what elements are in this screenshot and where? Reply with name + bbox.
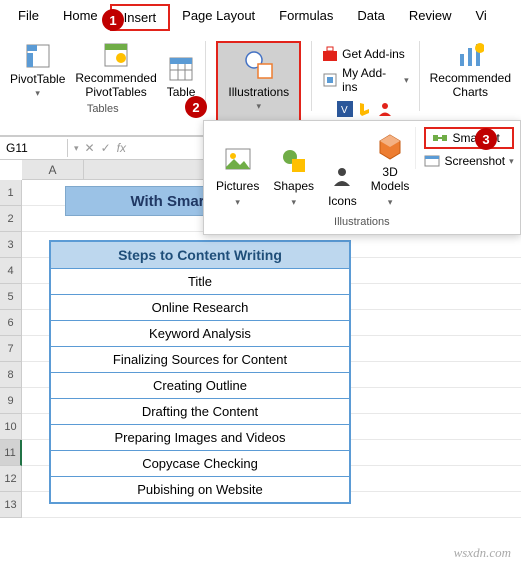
chevron-down-icon: ▾ [404,75,409,86]
row-header[interactable]: 9 [0,388,22,414]
3d-models-button[interactable]: 3D Models ▾ [371,133,410,208]
screenshot-icon [424,153,440,169]
illustrations-label: Illustrations [228,85,289,99]
table-header: Steps to Content Writing [51,242,349,269]
my-addins-label: My Add-ins [342,66,400,94]
chevron-down-icon: ▾ [509,156,514,167]
my-addins-button[interactable]: My Add-ins ▾ [322,66,409,94]
row-header[interactable]: 8 [0,362,22,388]
chevron-down-icon: ▾ [235,197,240,208]
enter-icon: ✓ [101,141,111,155]
pivottable-label: PivotTable [10,72,65,86]
pictures-label: Pictures [216,179,259,193]
recommended-charts-button[interactable]: Recommended Charts [430,41,511,99]
shapes-label: Shapes [273,179,314,193]
dropdown-group-label: Illustrations [210,216,514,228]
group-tables: PivotTable ▾ Recommended PivotTables Tab… [4,41,201,115]
cancel-icon: ✕ [85,141,95,155]
group-charts: Recommended Charts [424,41,517,99]
menu-pagelayout[interactable]: Page Layout [170,4,267,31]
smartart-button[interactable]: SmartArt [424,127,513,149]
get-addins-label: Get Add-ins [342,47,405,61]
content-table: Steps to Content Writing TitleOnline Res… [49,240,351,504]
table-row: Online Research [51,295,349,321]
pictures-button[interactable]: Pictures ▾ [216,147,259,208]
visio-icon[interactable]: V [337,101,353,117]
3d-models-icon [376,133,404,161]
watermark: wsxdn.com [454,545,511,561]
menubar: File Home Insert Page Layout Formulas Da… [0,0,521,35]
annotation-marker-2: 2 [185,96,207,118]
recommended-pivottables-icon [102,41,130,69]
chevron-down-icon: ▾ [35,88,40,99]
table-row: Finalizing Sources for Content [51,347,349,373]
group-illustrations: Illustrations ▾ [210,41,307,122]
group-tables-label: Tables [87,103,119,115]
menu-file[interactable]: File [6,4,51,31]
svg-text:V: V [341,105,348,116]
chevron-down-icon: ▾ [388,197,393,208]
pivottable-button[interactable]: PivotTable ▾ [10,42,65,99]
recommended-charts-label: Recommended Charts [430,71,511,99]
illustrations-button[interactable]: Illustrations ▾ [216,41,301,122]
table-row: Keyword Analysis [51,321,349,347]
chevron-down-icon: ▾ [291,197,296,208]
shapes-icon [280,147,308,175]
screenshot-label: Screenshot [444,154,505,168]
row-header[interactable]: 10 [0,414,22,440]
menu-view[interactable]: Vi [463,4,498,31]
charts-icon [456,41,484,69]
row-header[interactable]: 13 [0,492,22,518]
recommended-pivottables-button[interactable]: Recommended PivotTables [75,41,156,99]
separator [205,41,206,111]
table-row: Preparing Images and Videos [51,425,349,451]
menu-home[interactable]: Home [51,4,110,31]
pictures-icon [224,147,252,175]
chevron-down-icon[interactable]: ▾ [74,143,79,154]
table-row: Pubishing on Website [51,477,349,502]
icons-icon [328,162,356,190]
smartart-icon [432,130,448,146]
addins-icon [322,72,338,88]
people-icon[interactable] [377,101,393,117]
annotation-marker-1: 1 [102,9,124,31]
annotation-marker-3: 3 [475,128,497,150]
row-header[interactable]: 11 [0,440,22,466]
store-icon [322,46,338,62]
row-header[interactable]: 6 [0,310,22,336]
bing-icon[interactable] [357,101,373,117]
icons-button[interactable]: Icons [328,162,357,208]
table-row: Title [51,269,349,295]
table-row: Copycase Checking [51,451,349,477]
get-addins-button[interactable]: Get Add-ins [322,46,405,62]
table-row: Creating Outline [51,373,349,399]
menu-formulas[interactable]: Formulas [267,4,345,31]
pivottable-icon [24,42,52,70]
icons-label: Icons [328,194,357,208]
row-header[interactable]: 3 [0,232,22,258]
fx-icon[interactable]: fx [117,141,126,155]
table-row: Drafting the Content [51,399,349,425]
col-header[interactable]: A [22,160,84,180]
row-header[interactable]: 4 [0,258,22,284]
name-box[interactable]: G11 [0,139,68,157]
menu-data[interactable]: Data [345,4,396,31]
row-header[interactable]: 5 [0,284,22,310]
table-icon [167,55,195,83]
menu-review[interactable]: Review [397,4,464,31]
recommended-pivottables-label: Recommended PivotTables [75,71,156,99]
separator [419,41,420,111]
row-header[interactable]: 2 [0,206,22,232]
chevron-down-icon: ▾ [257,101,262,112]
row-header[interactable]: 7 [0,336,22,362]
shapes-button[interactable]: Shapes ▾ [273,147,314,208]
table-button[interactable]: Table [167,55,196,99]
row-header[interactable]: 1 [0,180,22,206]
illustrations-icon [241,47,277,83]
row-header[interactable]: 12 [0,466,22,492]
illustrations-dropdown: Pictures ▾ Shapes ▾ Icons 3D Models ▾ Sm… [203,120,521,235]
screenshot-button[interactable]: Screenshot ▾ [424,153,513,169]
separator [311,41,312,111]
3d-models-label: 3D Models [371,165,410,193]
